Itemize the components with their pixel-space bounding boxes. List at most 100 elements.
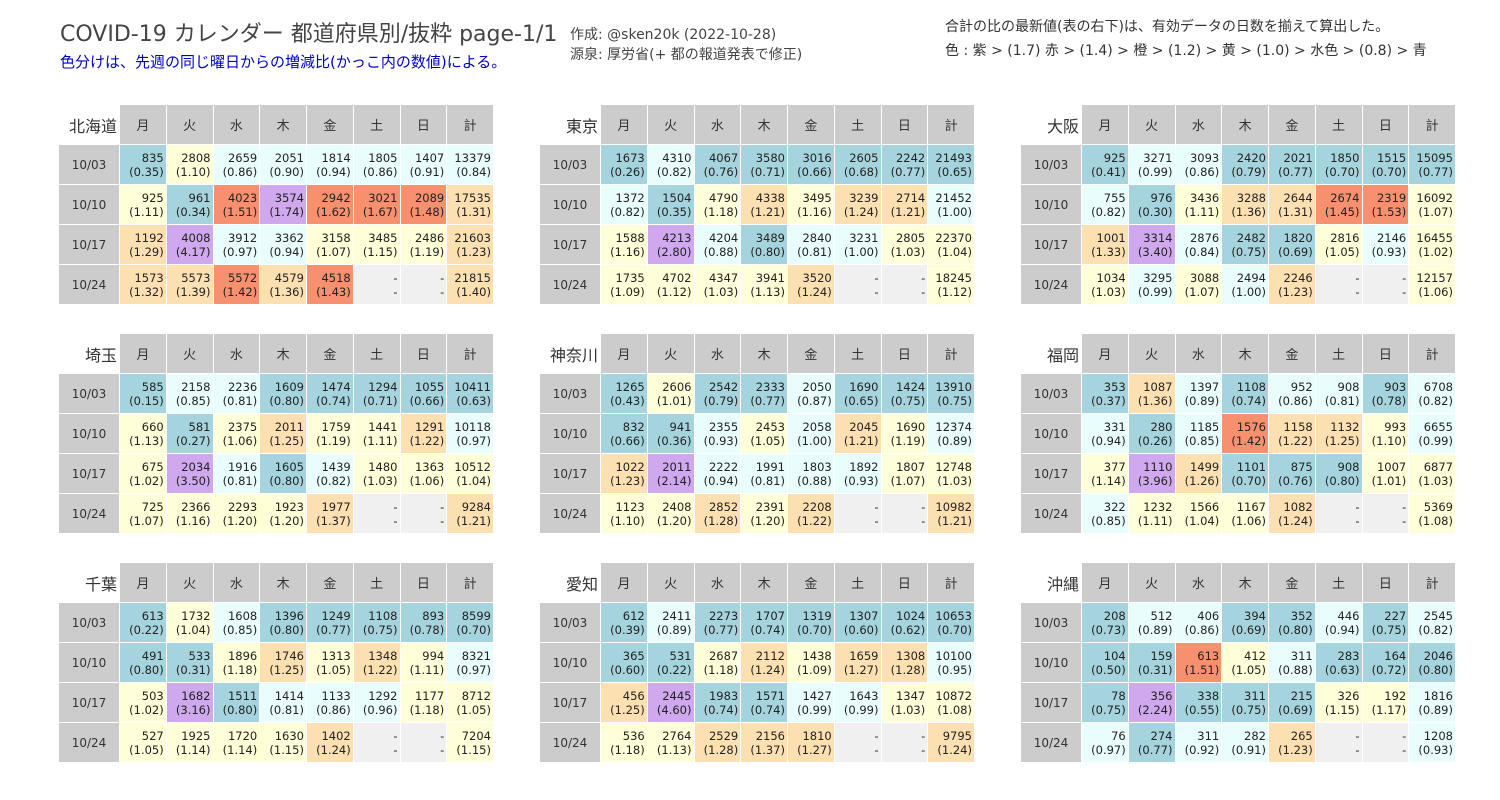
- case-count: 353: [1103, 379, 1126, 394]
- table-header-row: 福岡月火水木金土日計: [1021, 334, 1455, 373]
- case-count: 3520: [802, 270, 832, 285]
- day-header: 日: [881, 563, 928, 602]
- count-cell: 581 (0.27): [166, 414, 213, 453]
- case-count: 1407: [414, 150, 445, 165]
- count-cell: 2411 (0.89): [647, 603, 694, 642]
- week-ratio: (0.71): [362, 393, 398, 408]
- prefecture-panel: 北海道月火水木金土日計 10/03 835 (0.35) 2808 (1.10) 2659(…: [58, 104, 494, 305]
- week-ratio: (1.07): [1184, 284, 1220, 299]
- week-ratio: (0.89): [937, 433, 972, 448]
- case-count: 6877: [1423, 459, 1453, 474]
- week-ratio: (0.43): [610, 393, 645, 408]
- count-cell: 21452 (1.00): [928, 185, 974, 224]
- case-count: 283: [1337, 648, 1360, 663]
- week-ratio: (1.24): [797, 284, 832, 299]
- week-ratio: (1.29): [129, 244, 164, 259]
- case-count: 1024: [895, 608, 926, 623]
- count-cell: 4008 (4.17): [166, 225, 213, 264]
- case-count: -: [1402, 270, 1407, 285]
- week-ratio: (1.18): [222, 662, 258, 677]
- week-ratio: -: [440, 513, 445, 528]
- count-cell: 1892 (0.93): [834, 454, 881, 493]
- count-cell: 1746 (1.25): [260, 643, 306, 682]
- case-count: 4790: [708, 190, 739, 205]
- case-count: 1307: [849, 608, 879, 623]
- case-count: 1177: [414, 688, 445, 703]
- day-header: 木: [741, 563, 787, 602]
- day-header: 金: [307, 105, 353, 144]
- week-ratio: (1.09): [610, 284, 645, 299]
- case-count: 1232: [1143, 499, 1173, 514]
- count-cell: --: [400, 723, 447, 762]
- case-count: -: [874, 270, 879, 285]
- case-count: 1816: [1423, 688, 1453, 703]
- week-ratio: (0.70): [937, 622, 972, 637]
- count-cell: 365 (0.60): [601, 643, 647, 682]
- week-ratio: (1.10): [610, 513, 645, 528]
- case-count: 512: [1150, 608, 1173, 623]
- week-ratio: (1.12): [656, 284, 692, 299]
- week-ratio: (0.80): [269, 473, 304, 488]
- case-count: 3362: [274, 230, 304, 245]
- week-ratio: (1.13): [129, 433, 164, 448]
- day-header: 火: [647, 105, 694, 144]
- week-ratio: (0.65): [937, 164, 972, 179]
- week-ratio: (1.37): [316, 513, 351, 528]
- case-count: 3436: [1189, 190, 1220, 205]
- count-cell: 1474 (0.74): [307, 374, 353, 413]
- week-ratio: (1.27): [797, 742, 832, 757]
- week-ratio: (1.11): [409, 662, 445, 677]
- count-cell: 4067 (0.76): [694, 145, 741, 184]
- case-count: 4008: [181, 230, 211, 245]
- case-count: 2714: [895, 190, 926, 205]
- case-count: 952: [1290, 379, 1313, 394]
- week-label: 10/24: [1021, 265, 1081, 304]
- count-cell: 4579 (1.36): [260, 265, 306, 304]
- table-header-row: 東京月火水木金土日計: [540, 105, 974, 144]
- table-row: 10/24 1123 (1.10) 2408 (1.20) 2852 (1.28) 2391(…: [540, 494, 974, 533]
- count-cell: 22370 (1.04): [928, 225, 974, 264]
- case-count: 1504: [662, 190, 692, 205]
- case-count: 6655: [1423, 419, 1453, 434]
- case-count: 531: [669, 648, 692, 663]
- week-ratio: (1.43): [316, 284, 351, 299]
- week-ratio: -: [393, 742, 398, 757]
- count-cell: 1022 (1.23): [601, 454, 647, 493]
- count-cell: 2545 (0.82): [1409, 603, 1455, 642]
- count-cell: 3295 (0.99): [1128, 265, 1175, 304]
- count-cell: 2816 (1.05): [1315, 225, 1362, 264]
- case-count: 1313: [321, 648, 351, 663]
- week-ratio: (0.63): [456, 393, 491, 408]
- count-cell: 1850 (0.70): [1315, 145, 1362, 184]
- week-ratio: (3.96): [1137, 473, 1173, 488]
- count-cell: 1682 (3.16): [166, 683, 213, 722]
- week-ratio: -: [874, 742, 879, 757]
- count-cell: 1588 (1.16): [601, 225, 647, 264]
- week-ratio: (1.18): [610, 742, 645, 757]
- week-ratio: (1.24): [1278, 513, 1313, 528]
- week-ratio: (0.72): [1371, 662, 1407, 677]
- count-cell: 4023 (1.51): [213, 185, 260, 224]
- case-count: 2542: [708, 379, 739, 394]
- week-ratio: (1.04): [1184, 513, 1220, 528]
- count-cell: 192 (1.17): [1362, 683, 1409, 722]
- case-count: 446: [1337, 608, 1360, 623]
- count-cell: 893 (0.78): [400, 603, 447, 642]
- table-row: 10/03 1673 (0.26) 4310 (0.82) 4067 (0.76) 3580(…: [540, 145, 974, 184]
- week-ratio: (0.91): [1231, 742, 1266, 757]
- day-header: 土: [353, 563, 400, 602]
- week-ratio: (4.17): [175, 244, 211, 259]
- week-ratio: (1.31): [1278, 204, 1313, 219]
- prefecture-name: 愛知: [540, 563, 600, 602]
- count-cell: 1110 (3.96): [1128, 454, 1175, 493]
- calendar-table: 北海道月火水木金土日計 10/03 835 (0.35) 2808 (1.10) 2659(…: [58, 104, 494, 305]
- count-cell: 5369 (1.08): [1409, 494, 1455, 533]
- count-cell: 8599 (0.70): [447, 603, 493, 642]
- table-row: 10/10 832 (0.66) 941 (0.36) 2355 (0.93) 2453 (1.…: [540, 414, 974, 453]
- case-count: 1983: [708, 688, 739, 703]
- count-cell: 2242 (0.77): [881, 145, 928, 184]
- case-count: 1438: [802, 648, 832, 663]
- table-row: 10/03 835 (0.35) 2808 (1.10) 2659 (0.86) 2051 (0…: [59, 145, 493, 184]
- week-ratio: (0.75): [1091, 702, 1126, 717]
- count-cell: 356 (2.24): [1128, 683, 1175, 722]
